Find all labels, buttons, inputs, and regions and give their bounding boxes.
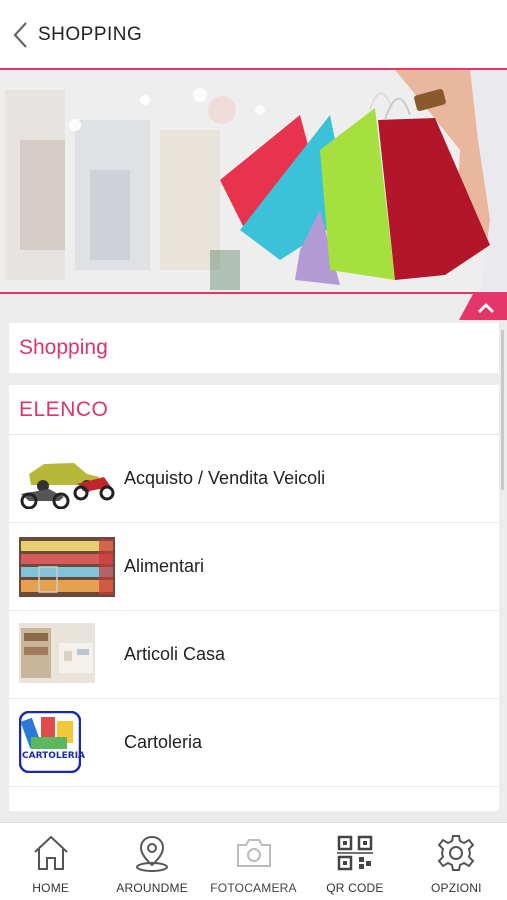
nav-home[interactable]: HOME — [0, 823, 101, 900]
nav-label: OPZIONI — [430, 881, 482, 895]
nav-aroundme[interactable]: AROUNDME — [101, 823, 202, 900]
hero-image — [0, 68, 507, 294]
scrollbar[interactable] — [501, 330, 504, 490]
top-bar: SHOPPING — [0, 0, 507, 70]
nav-label: QR CODE — [326, 881, 384, 895]
section-title-card: Shopping — [9, 323, 499, 373]
collapse-hero-button[interactable] — [459, 294, 507, 320]
list-item-vehicles[interactable]: Acquisto / Vendita Veicoli — [9, 435, 499, 523]
list-item-stationery[interactable]: CARTOLERIA Cartoleria — [9, 699, 499, 787]
list-item-label: Alimentari — [124, 556, 205, 576]
page-title: SHOPPING — [38, 24, 143, 45]
list-item-label: Articoli Casa — [124, 644, 226, 664]
list-item-home-goods[interactable]: Articoli Casa — [9, 611, 499, 699]
bottom-nav: HOME AROUNDME FOTOCAMERA QR CODE OPZIONI — [0, 822, 507, 900]
list-item-label: Cartoleria — [124, 732, 203, 752]
qr-code-icon — [336, 835, 373, 871]
chevron-left-icon — [13, 22, 27, 48]
grocery-thumb — [19, 537, 115, 597]
camera-icon — [236, 839, 271, 867]
stationery-logo-text: CARTOLERIA — [22, 751, 86, 761]
vehicles-thumb — [19, 449, 115, 509]
nav-camera[interactable]: FOTOCAMERA — [203, 823, 304, 900]
map-pin-icon — [136, 835, 169, 872]
list-header: ELENCO — [9, 385, 499, 435]
list-header-label: ELENCO — [19, 397, 109, 421]
home-goods-thumb — [19, 623, 95, 683]
gear-icon — [437, 835, 475, 871]
nav-label: HOME — [32, 881, 70, 895]
nav-qr-code[interactable]: QR CODE — [304, 823, 405, 900]
category-list: ELENCO Acquisto / Vendita Veicoli Alimen… — [9, 385, 499, 811]
section-title: Shopping — [19, 336, 108, 359]
back-button[interactable] — [4, 0, 38, 70]
list-item-label: Acquisto / Vendita Veicoli — [124, 468, 326, 488]
nav-label: FOTOCAMERA — [210, 881, 297, 895]
list-item-grocery[interactable]: Alimentari — [9, 523, 499, 611]
home-icon — [34, 835, 68, 870]
shopping-bags-photo — [0, 70, 507, 292]
stationery-thumb — [19, 711, 81, 773]
nav-label: AROUNDME — [116, 881, 188, 895]
nav-options[interactable]: OPZIONI — [406, 823, 507, 900]
